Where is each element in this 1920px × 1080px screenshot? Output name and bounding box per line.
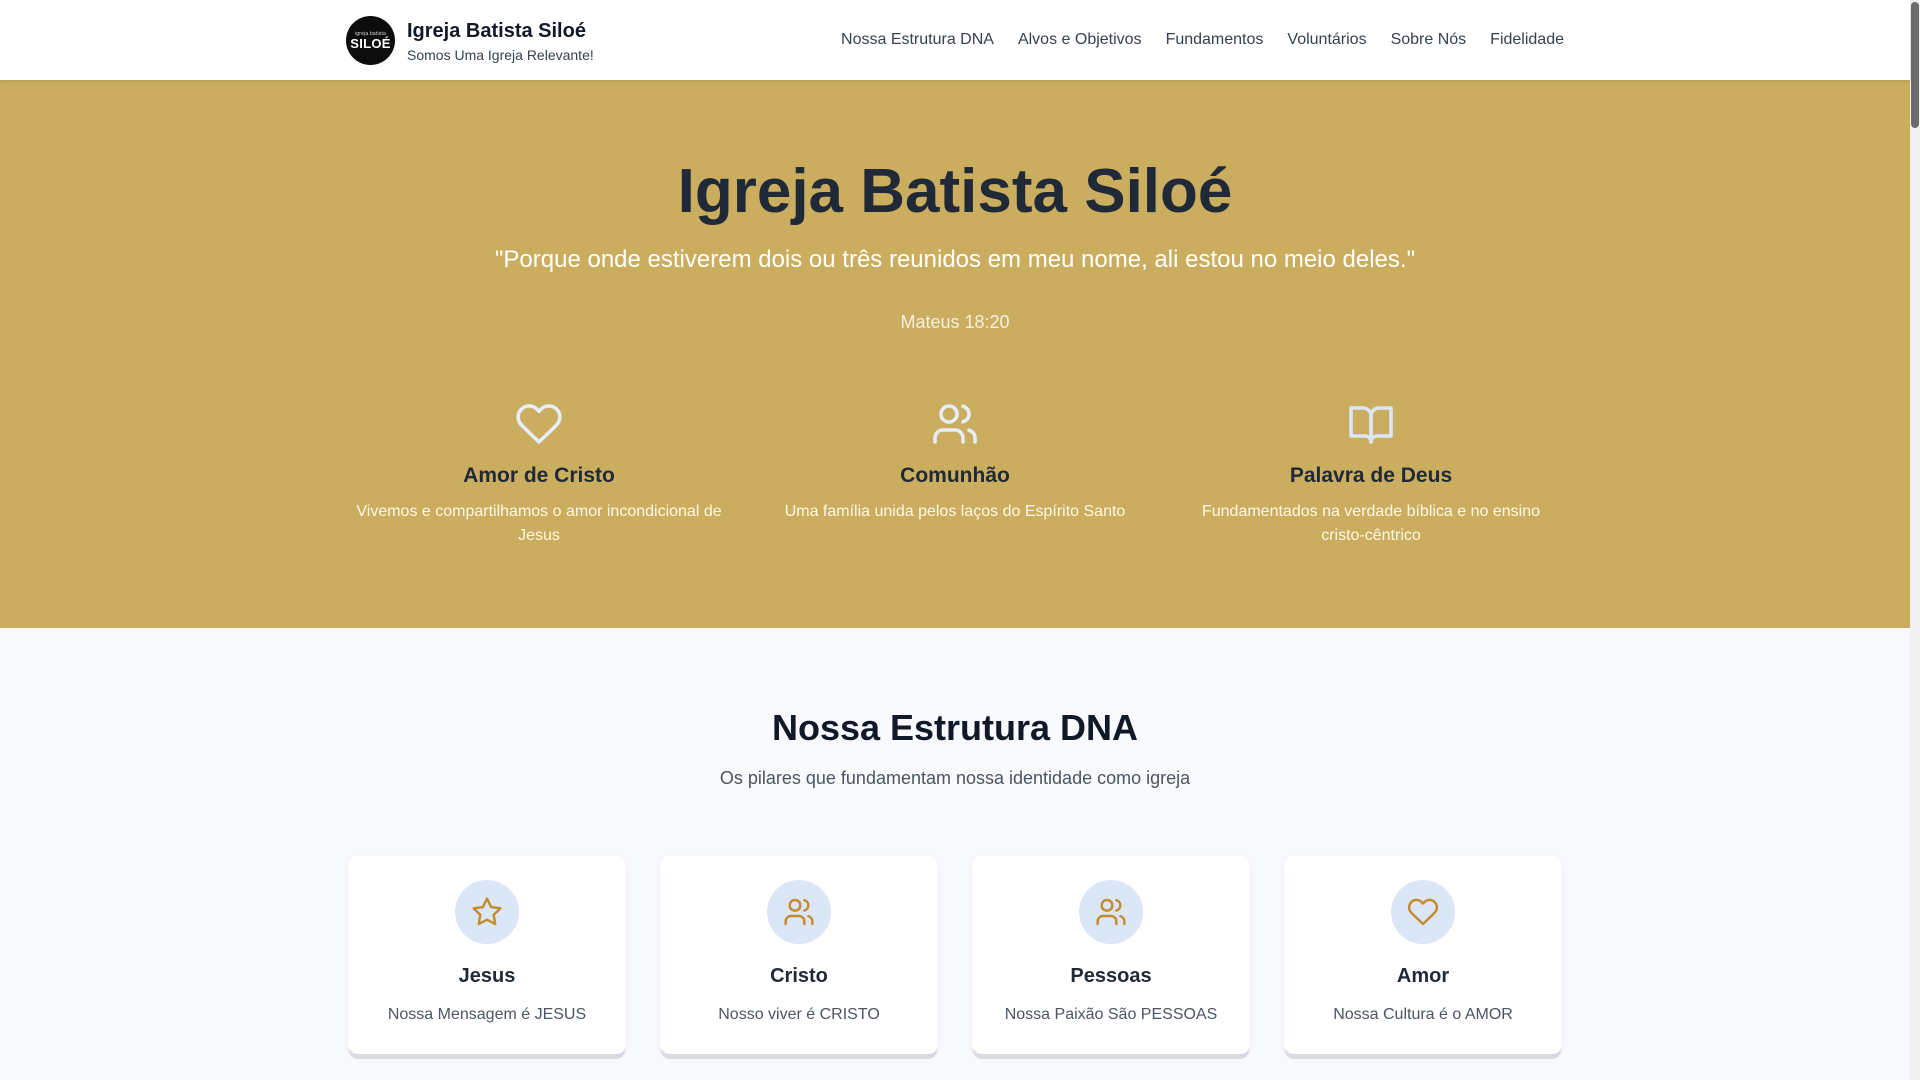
card-title: Pessoas: [1070, 965, 1152, 987]
dna-card-cristo[interactable]: Cristo Nosso viver é CRISTO: [660, 856, 938, 1054]
feature-comunhao: Comunhão Uma família unida pelos laços d…: [765, 400, 1145, 524]
card-description: Nosso viver é CRISTO: [718, 1006, 880, 1023]
feature-amor-de-cristo: Amor de Cristo Vivemos e compartilhamos …: [349, 400, 729, 548]
book-open-icon: [1349, 406, 1393, 444]
heart-icon: [516, 404, 562, 444]
nav-link-fundamentos[interactable]: Fundamentos: [1166, 28, 1264, 52]
card-description: Nossa Paixão São PESSOAS: [1004, 1006, 1218, 1023]
section-subtitle: Os pilares que fundamentam nossa identid…: [719, 768, 1191, 788]
hero-verse-reference: Mateus 18:20: [900, 312, 1010, 332]
hero-title: Igreja Batista Siloé: [677, 157, 1233, 226]
nav-link-estrutura-dna[interactable]: Nossa Estrutura DNA: [841, 28, 994, 52]
church-logo[interactable]: igreja batista SILOÉ: [346, 16, 395, 65]
main-nav: Nossa Estrutura DNA Alvos e Objetivos Fu…: [841, 28, 1564, 52]
users-icon: [784, 898, 814, 926]
nav-link-alvos-objetivos[interactable]: Alvos e Objetivos: [1018, 28, 1142, 52]
feature-description: Fundamentados na verdade bíblica e no en…: [1201, 503, 1540, 544]
card-title: Amor: [1396, 965, 1450, 987]
dna-card-jesus[interactable]: Jesus Nossa Mensagem é JESUS: [348, 856, 626, 1054]
nav-link-voluntarios[interactable]: Voluntários: [1287, 28, 1366, 52]
section-title: Nossa Estrutura DNA: [771, 707, 1139, 748]
card-title: Jesus: [458, 965, 516, 987]
feature-palavra-de-deus: Palavra de Deus Fundamentados na verdade…: [1181, 400, 1561, 548]
nav-link-fidelidade[interactable]: Fidelidade: [1490, 28, 1564, 52]
page-scrollbar[interactable]: [1910, 0, 1920, 1080]
feature-title: Comunhão: [900, 464, 1010, 487]
card-title: Cristo: [770, 965, 828, 987]
brand[interactable]: igreja batista SILOÉ Igreja Batista Silo…: [346, 16, 594, 65]
feature-description: Vivemos e compartilhamos o amor incondic…: [356, 503, 722, 544]
scrollbar-thumb[interactable]: [1911, 2, 1919, 128]
hero-section: Igreja Batista Siloé "Porque onde estive…: [0, 80, 1910, 628]
dna-card-pessoas[interactable]: Pessoas Nossa Paixão São PESSOAS: [972, 856, 1250, 1054]
star-icon: [472, 897, 502, 926]
nav-link-sobre-nos[interactable]: Sobre Nós: [1391, 28, 1467, 52]
site-tagline: Somos Uma Igreja Relevante!: [407, 46, 594, 63]
feature-title: Amor de Cristo: [463, 464, 615, 487]
feature-title: Palavra de Deus: [1289, 464, 1453, 487]
hero-verse: "Porque onde estiverem dois ou três reun…: [494, 246, 1416, 273]
users-icon: [933, 404, 977, 444]
feature-description: Uma família unida pelos laços do Espírit…: [784, 503, 1126, 520]
site-header: igreja batista SILOÉ Igreja Batista Silo…: [0, 0, 1910, 80]
dna-section: Nossa Estrutura DNA Os pilares que funda…: [0, 628, 1910, 1080]
dna-card-amor[interactable]: Amor Nossa Cultura é o AMOR: [1284, 856, 1562, 1054]
site-title[interactable]: Igreja Batista Siloé: [407, 18, 594, 44]
users-icon: [1096, 898, 1126, 926]
card-description: Nossa Mensagem é JESUS: [387, 1006, 587, 1023]
card-description: Nossa Cultura é o AMOR: [1333, 1006, 1513, 1023]
heart-icon: [1407, 898, 1439, 926]
